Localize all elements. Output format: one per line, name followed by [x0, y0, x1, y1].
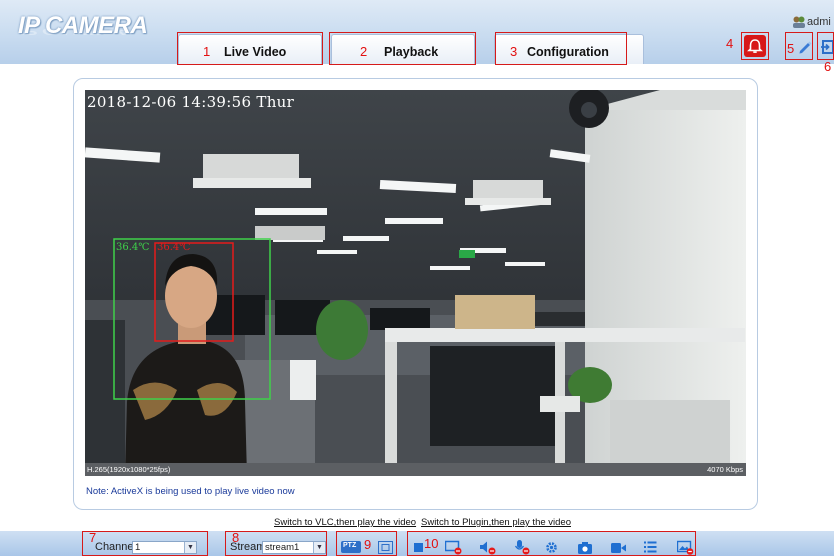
highlight-logout — [817, 32, 834, 60]
codec-info: H.265(1920x1080*25fps) — [87, 465, 171, 474]
body-temperature-label: 36.4℃ — [116, 242, 150, 253]
highlight-tab-playback — [329, 32, 476, 65]
activex-note: Note: ActiveX is being used to play live… — [86, 486, 295, 497]
highlight-channel — [82, 531, 208, 556]
highlight-tab-live-video — [177, 32, 323, 65]
highlight-alarm — [741, 32, 769, 60]
bitrate-info: 4070 Kbps — [707, 465, 743, 474]
live-video-view[interactable] — [85, 90, 746, 476]
highlight-ptz — [336, 531, 397, 556]
marker-6: 6 — [824, 59, 832, 74]
switch-to-vlc-link[interactable]: Switch to VLC,then play the video — [274, 517, 416, 528]
highlight-controls — [407, 531, 696, 556]
username-label: admi — [807, 16, 831, 28]
marker-4: 4 — [726, 36, 734, 51]
app-logo: IP CAMERA — [18, 12, 148, 39]
video-status-bar: H.265(1920x1080*25fps) 4070 Kbps — [85, 463, 746, 476]
highlight-tab-configuration — [495, 32, 627, 65]
switch-to-plugin-link[interactable]: Switch to Plugin,then play the video — [421, 517, 571, 528]
video-scene — [85, 90, 746, 476]
face-temperature-label: 36.4℃ — [157, 242, 191, 253]
highlight-change-password — [785, 32, 813, 60]
user-icon — [793, 16, 805, 28]
highlight-stream — [225, 531, 327, 556]
osd-timestamp: 2018-12-06 14:39:56 Thur — [87, 93, 295, 111]
